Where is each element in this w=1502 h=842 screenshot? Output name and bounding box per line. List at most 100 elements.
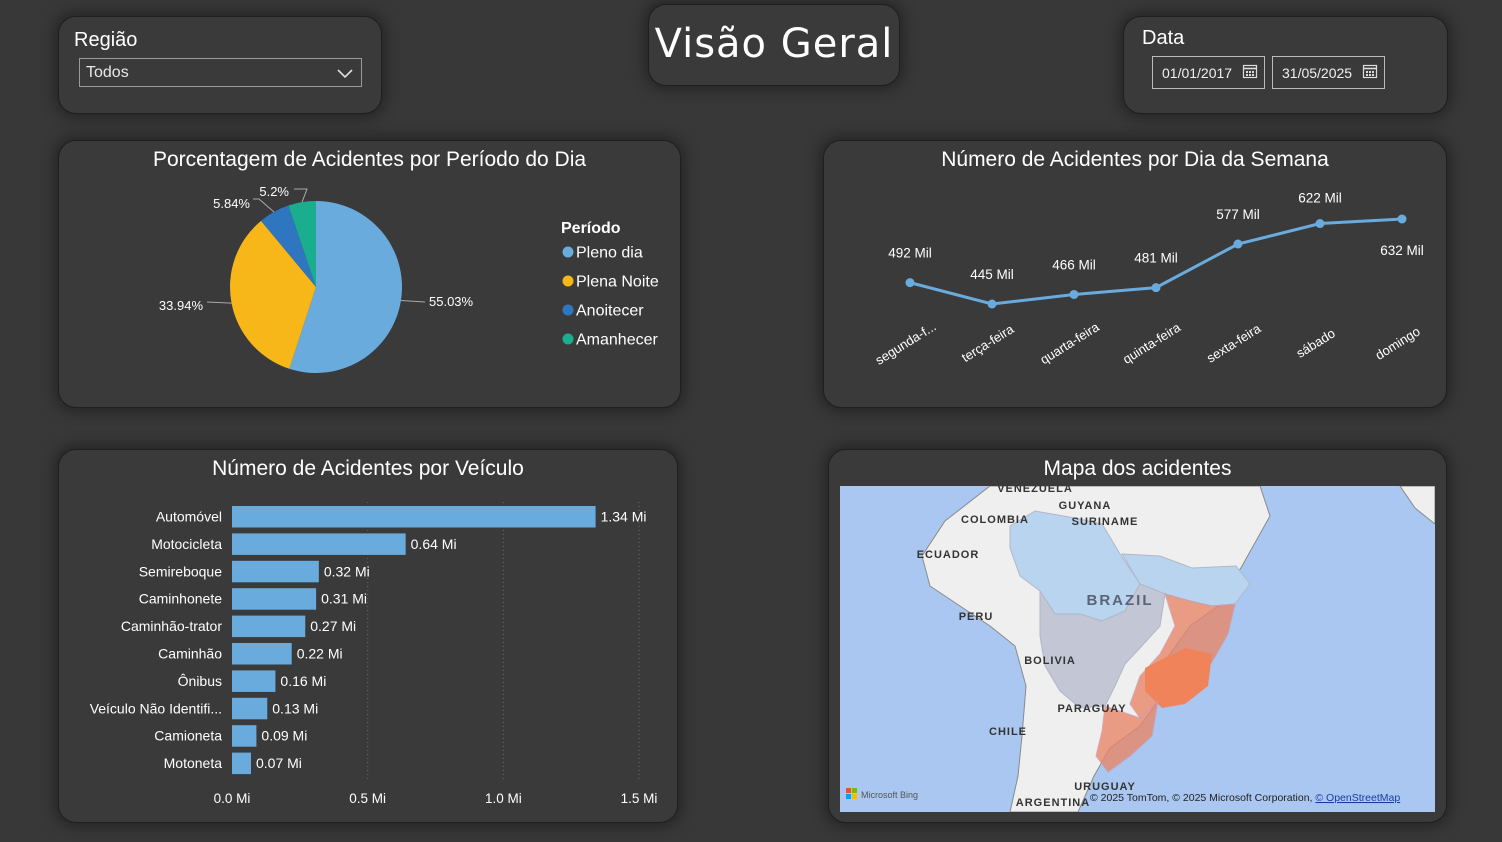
bing-logo-text: Microsoft Bing bbox=[861, 790, 918, 800]
y-tick-label: Automóvel bbox=[156, 509, 222, 525]
pie-data-label: 55.03% bbox=[429, 294, 474, 309]
pie-chart-card: Porcentagem de Acidentes por Período do … bbox=[58, 140, 681, 408]
date-filter-card: Data 01/01/2017 31/05/2025 bbox=[1123, 16, 1448, 114]
bar-data-label: 0.09 Mi bbox=[261, 728, 307, 744]
x-tick-label: 1.5 Mi bbox=[621, 791, 658, 806]
legend-marker bbox=[562, 304, 574, 316]
map-card: Mapa dos acidentes VENEZUELA GUYANA SURINA… bbox=[828, 449, 1447, 823]
map-place-label: BRAZIL bbox=[1087, 592, 1154, 609]
bar-data-label: 0.31 Mi bbox=[321, 591, 367, 607]
bar-chart: 0.0 Mi 0.5 Mi 1.0 Mi 1.5 Mi Automóvel 1.34 Mi… bbox=[90, 502, 658, 806]
pie-data-label: 5.2% bbox=[259, 184, 289, 199]
calendar-icon[interactable] bbox=[1242, 63, 1258, 79]
map-place-label: SURINAME bbox=[1072, 516, 1139, 528]
map-place-label: PARAGUAY bbox=[1057, 703, 1126, 715]
region-select[interactable]: Todos bbox=[79, 58, 362, 87]
x-tick-label: sexta-feira bbox=[1204, 320, 1264, 365]
page-title-card: Visão Geral bbox=[648, 4, 900, 86]
legend-item[interactable]: Plena Noite bbox=[576, 274, 659, 291]
line-point[interactable] bbox=[1315, 219, 1325, 229]
date-start-value: 01/01/2017 bbox=[1162, 65, 1233, 81]
map-place-label: ECUADOR bbox=[917, 549, 980, 561]
legend-item[interactable]: Anoitecer bbox=[576, 303, 644, 320]
bar-data-label: 0.27 Mi bbox=[310, 618, 356, 634]
line-point[interactable] bbox=[987, 299, 997, 309]
y-tick-label: Motoneta bbox=[164, 755, 223, 771]
map-place-label: GUYANA bbox=[1059, 500, 1112, 512]
date-filter-label: Data bbox=[1142, 27, 1185, 49]
legend-item[interactable]: Amanhecer bbox=[576, 332, 658, 349]
bar[interactable] bbox=[232, 506, 596, 528]
y-tick-label: Caminhão bbox=[158, 646, 222, 662]
line-data-label: 492 Mil bbox=[888, 246, 932, 261]
bar[interactable] bbox=[232, 670, 276, 692]
bar-data-label: 0.22 Mi bbox=[297, 646, 343, 662]
map[interactable]: VENEZUELA GUYANA SURINAME COLOMBIA ECUADOR BR… bbox=[840, 486, 1435, 812]
bar-data-label: 1.34 Mi bbox=[601, 509, 647, 525]
x-tick-label: segunda-f... bbox=[873, 319, 939, 368]
map-place-label: COLOMBIA bbox=[961, 514, 1029, 526]
line-data-label: 577 Mil bbox=[1216, 207, 1260, 222]
line-chart-card: Número de Acidentes por Dia da Semana 49… bbox=[823, 140, 1447, 408]
bar-data-label: 0.07 Mi bbox=[256, 755, 302, 771]
pie-leader-line bbox=[400, 300, 426, 303]
x-tick-label: domingo bbox=[1372, 324, 1422, 363]
pie-leader-line bbox=[253, 198, 275, 213]
line-data-label: 466 Mil bbox=[1052, 257, 1096, 272]
calendar-icon[interactable] bbox=[1362, 63, 1378, 79]
y-tick-label: Motocicleta bbox=[151, 536, 222, 552]
bar[interactable] bbox=[232, 588, 317, 610]
bar[interactable] bbox=[232, 643, 292, 665]
y-tick-label: Camioneta bbox=[154, 728, 222, 744]
x-tick-label: quarta-feira bbox=[1037, 319, 1102, 367]
bar[interactable] bbox=[232, 533, 406, 555]
line-data-label: 445 Mil bbox=[970, 267, 1014, 282]
bar-data-label: 0.16 Mi bbox=[280, 673, 326, 689]
date-end-input[interactable]: 31/05/2025 bbox=[1272, 56, 1385, 89]
bar[interactable] bbox=[232, 560, 319, 583]
line-data-label: 632 Mil bbox=[1380, 243, 1424, 258]
map-attribution-text: © 2025 TomTom, © 2025 Microsoft Corporat… bbox=[1090, 792, 1312, 804]
pie-data-label: 5.84% bbox=[213, 196, 250, 211]
line-point[interactable] bbox=[1397, 214, 1407, 224]
map-place-label: BOLIVIA bbox=[1024, 655, 1076, 667]
pie-leader-line bbox=[206, 301, 232, 304]
line-point[interactable] bbox=[1151, 283, 1161, 293]
line-data-label: 481 Mil bbox=[1134, 251, 1178, 266]
bar-data-label: 0.13 Mi bbox=[272, 700, 318, 716]
bar[interactable] bbox=[232, 752, 251, 775]
legend-item[interactable]: Pleno dia bbox=[576, 245, 643, 262]
y-tick-label: Caminhonete bbox=[139, 591, 222, 607]
y-tick-label: Ônibus bbox=[178, 673, 222, 689]
x-tick-label: 0.5 Mi bbox=[349, 791, 386, 806]
bar-chart-card: Número de Acidentes por Veículo 0.0 Mi 0.… bbox=[58, 449, 678, 823]
page-title: Visão Geral bbox=[654, 21, 894, 67]
line-data-label: 622 Mil bbox=[1298, 191, 1342, 206]
x-tick-label: 1.0 Mi bbox=[485, 791, 522, 806]
legend-marker bbox=[562, 246, 574, 258]
bar[interactable] bbox=[232, 725, 257, 747]
pie-legend-title: Período bbox=[561, 220, 621, 237]
date-start-input[interactable]: 01/01/2017 bbox=[1152, 56, 1265, 89]
region-filter-card: Região Todos bbox=[58, 16, 382, 114]
legend-marker bbox=[562, 275, 574, 287]
map-place-label: PERU bbox=[959, 611, 994, 623]
line-point[interactable] bbox=[1069, 289, 1079, 299]
x-tick-label: 0.0 Mi bbox=[214, 791, 251, 806]
line-point[interactable] bbox=[1233, 239, 1243, 249]
x-tick-label: sábado bbox=[1294, 326, 1338, 361]
map-place-label: VENEZUELA bbox=[997, 486, 1073, 495]
x-tick-label: quinta-feira bbox=[1120, 319, 1184, 367]
bar-data-label: 0.32 Mi bbox=[324, 563, 370, 579]
x-tick-label: terça-feira bbox=[959, 321, 1017, 365]
line-point[interactable] bbox=[905, 278, 915, 288]
line-chart: 492 Mil segunda-f... 445 Mil terça-feira 466… bbox=[873, 191, 1424, 368]
region-filter-label: Região bbox=[74, 29, 138, 51]
openstreetmap-link[interactable]: © OpenStreetMap bbox=[1315, 792, 1400, 804]
y-tick-label: Veículo Não Identifi... bbox=[90, 700, 222, 716]
map-attribution: © 2025 TomTom, © 2025 Microsoft Corporat… bbox=[1090, 792, 1400, 804]
bar[interactable] bbox=[232, 615, 306, 638]
bar[interactable] bbox=[232, 697, 268, 720]
y-tick-label: Semireboque bbox=[139, 563, 222, 579]
y-tick-label: Caminhão-trator bbox=[121, 618, 222, 634]
